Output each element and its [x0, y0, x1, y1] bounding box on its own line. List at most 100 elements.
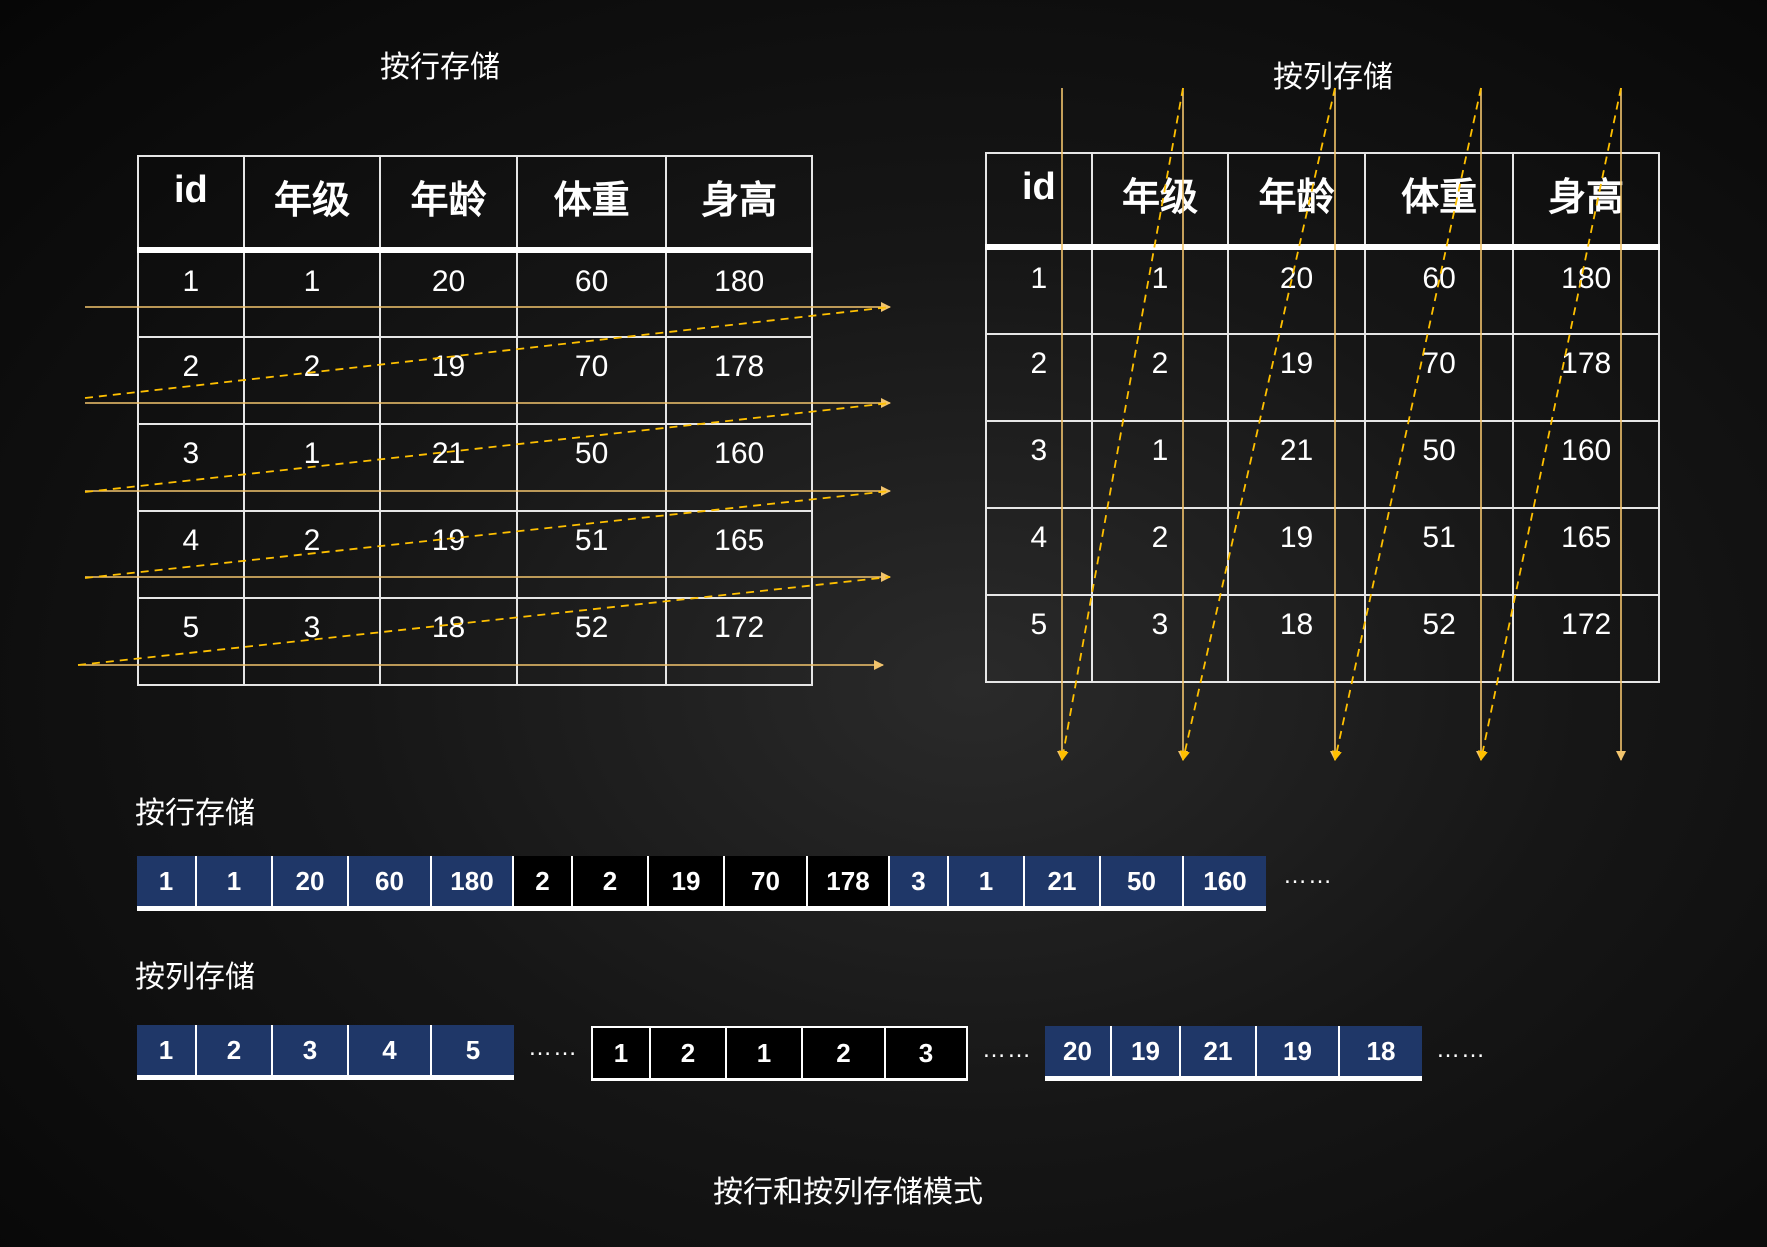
- col-strip-ellipsis-2: ……: [982, 1036, 1032, 1063]
- table-cell: 2: [1090, 507, 1230, 596]
- strip-cell: 20: [1045, 1026, 1112, 1076]
- strip-cell: 19: [1257, 1026, 1340, 1076]
- table-cell: 2: [137, 336, 245, 425]
- table-cell: 178: [665, 336, 813, 425]
- table-cell: 5: [985, 594, 1093, 683]
- strip-cell: 1: [137, 1025, 197, 1075]
- strip-cell: 1: [197, 856, 273, 906]
- col-storage-strip-id: 1 2 3 4 5: [137, 1025, 514, 1080]
- table-cell: 4: [137, 510, 245, 599]
- table-cell: 2: [985, 333, 1093, 422]
- table-cell: 60: [1363, 246, 1515, 335]
- table-cell: 180: [665, 249, 813, 338]
- table-cell: 2: [242, 510, 382, 599]
- table-row: 5 3 18 52 172: [985, 594, 1660, 683]
- strip-cell: 5: [432, 1025, 514, 1075]
- strip-cell: 180: [432, 856, 514, 906]
- header-grade: 年级: [1090, 152, 1230, 250]
- strip-cell: 20: [273, 856, 349, 906]
- table-row: 4 2 19 51 165: [985, 507, 1660, 596]
- table-row: 2 2 19 70 178: [985, 333, 1660, 422]
- header-id: id: [137, 155, 245, 253]
- table-cell: 19: [1227, 507, 1366, 596]
- col-storage-table: id 年级 年龄 体重 身高 1 1 20 60 180 2 2 19 70 178 3 1 21 5…: [985, 152, 1660, 683]
- table-cell: 1: [242, 423, 382, 512]
- table-cell: 165: [665, 510, 813, 599]
- table-cell: 5: [137, 597, 245, 686]
- table-cell: 51: [1363, 507, 1515, 596]
- table-cell: 70: [515, 336, 668, 425]
- header-age: 年龄: [379, 155, 518, 253]
- strip-cell: 2: [803, 1028, 886, 1078]
- strip-cell: 19: [649, 856, 725, 906]
- table-row: 1 1 20 60 180: [137, 249, 813, 338]
- table-cell: 2: [1090, 333, 1230, 422]
- strip-cell: 3: [890, 856, 949, 906]
- table-header-row: id 年级 年龄 体重 身高: [985, 152, 1660, 250]
- strip-cell: 2: [197, 1025, 273, 1075]
- table-cell: 18: [379, 597, 518, 686]
- header-height: 身高: [1512, 152, 1660, 250]
- table-cell: 3: [1090, 594, 1230, 683]
- strip-cell: 60: [349, 856, 432, 906]
- strip-cell: 2: [573, 856, 649, 906]
- table-cell: 19: [1227, 333, 1366, 422]
- table-cell: 50: [1363, 420, 1515, 509]
- diagram-caption: 按行和按列存储模式: [713, 1176, 983, 1209]
- table-cell: 19: [379, 336, 518, 425]
- header-weight: 体重: [515, 155, 668, 253]
- header-age: 年龄: [1227, 152, 1366, 250]
- table-cell: 60: [515, 249, 668, 338]
- strip-cell: 1: [593, 1028, 651, 1078]
- table-cell: 3: [985, 420, 1093, 509]
- table-cell: 165: [1512, 507, 1660, 596]
- strip-cell: 1: [727, 1028, 803, 1078]
- col-strip-ellipsis-3: ……: [1436, 1036, 1486, 1063]
- table-row: 4 2 19 51 165: [137, 510, 813, 599]
- header-height: 身高: [665, 155, 813, 253]
- strip-cell: 21: [1181, 1026, 1257, 1076]
- strip-cell: 19: [1112, 1026, 1181, 1076]
- table-cell: 51: [515, 510, 668, 599]
- row-table-title: 按行存储: [380, 51, 500, 84]
- table-cell: 172: [665, 597, 813, 686]
- col-table-title: 按列存储: [1273, 61, 1393, 94]
- table-cell: 70: [1363, 333, 1515, 422]
- strip-cell: 2: [514, 856, 573, 906]
- table-cell: 21: [1227, 420, 1366, 509]
- table-row: 3 1 21 50 160: [137, 423, 813, 512]
- table-cell: 18: [1227, 594, 1366, 683]
- table-cell: 20: [1227, 246, 1366, 335]
- table-cell: 180: [1512, 246, 1660, 335]
- row-storage-table: id 年级 年龄 体重 身高 1 1 20 60 180 2 2 19 70 178 3 1 21 5…: [137, 155, 813, 686]
- table-row: 1 1 20 60 180: [985, 246, 1660, 335]
- table-cell: 3: [242, 597, 382, 686]
- table-header-row: id 年级 年龄 体重 身高: [137, 155, 813, 253]
- header-id: id: [985, 152, 1093, 250]
- col-strip-title: 按列存储: [135, 961, 255, 994]
- header-weight: 体重: [1363, 152, 1515, 250]
- row-storage-strip: 1 1 20 60 180 2 2 19 70 178 3 1 21 50 16…: [137, 856, 1266, 911]
- strip-cell: 18: [1340, 1026, 1422, 1076]
- row-strip-ellipsis: ……: [1283, 862, 1333, 889]
- strip-cell: 50: [1101, 856, 1184, 906]
- table-row: 2 2 19 70 178: [137, 336, 813, 425]
- strip-cell: 4: [349, 1025, 432, 1075]
- strip-cell: 21: [1025, 856, 1101, 906]
- table-cell: 1: [137, 249, 245, 338]
- table-cell: 1: [985, 246, 1093, 335]
- col-storage-strip-age: 20 19 21 19 18: [1045, 1026, 1422, 1081]
- table-cell: 20: [379, 249, 518, 338]
- strip-cell: 2: [651, 1028, 727, 1078]
- row-strip-title: 按行存储: [135, 797, 255, 830]
- table-cell: 1: [1090, 246, 1230, 335]
- table-cell: 160: [665, 423, 813, 512]
- strip-cell: 1: [137, 856, 197, 906]
- col-storage-strip-grade: 1 2 1 2 3: [591, 1026, 968, 1081]
- table-row: 3 1 21 50 160: [985, 420, 1660, 509]
- header-grade: 年级: [242, 155, 382, 253]
- table-cell: 52: [1363, 594, 1515, 683]
- strip-cell: 178: [808, 856, 890, 906]
- strip-cell: 3: [886, 1028, 966, 1078]
- table-cell: 52: [515, 597, 668, 686]
